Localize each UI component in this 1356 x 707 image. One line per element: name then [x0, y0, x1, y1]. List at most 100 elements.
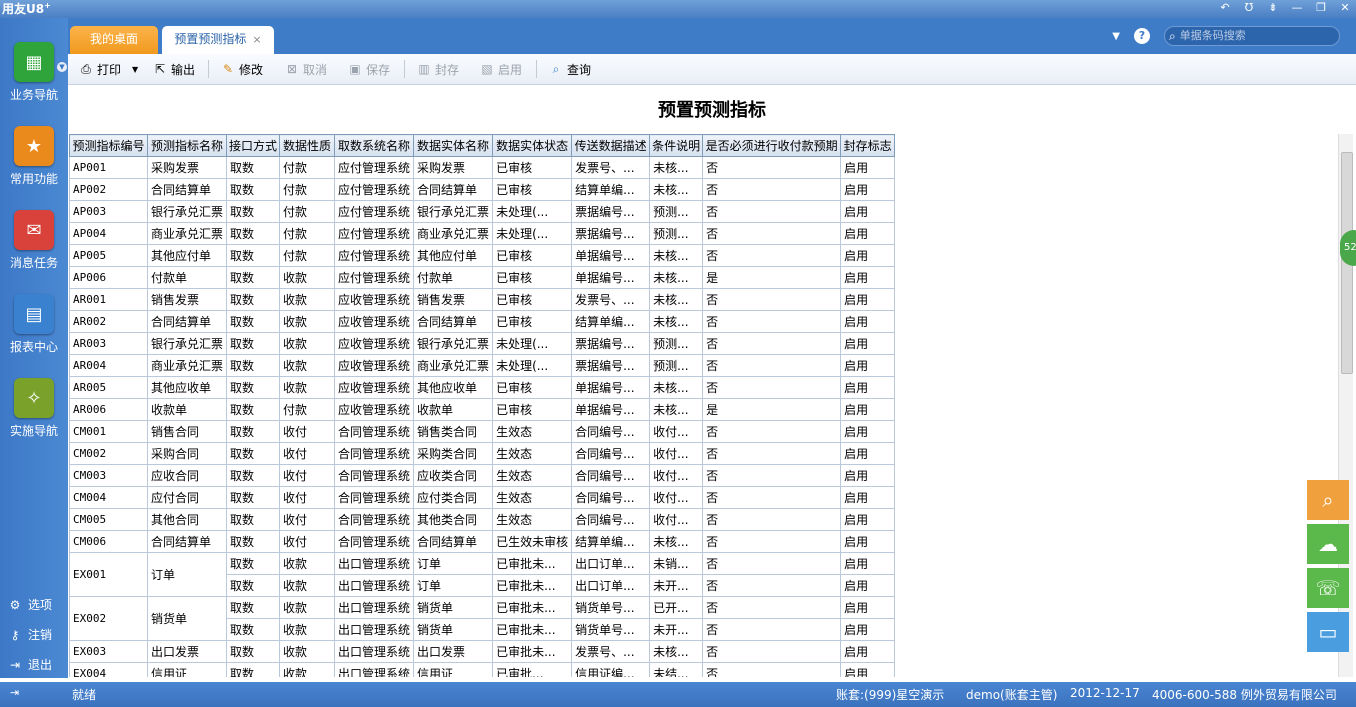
table-row[interactable]: CM002 采购合同 取数 收付 合同管理系统 采购类合同 生效态 合同编号... 收付... 否… — [69, 442, 896, 465]
table-row[interactable]: CM006 合同结算单 取数 收付 合同管理系统 合同结算单 已生效未审核 结算单编... 未核… — [69, 530, 896, 553]
tab-forecast-indicators[interactable]: 预置预测指标 × — [162, 26, 274, 54]
cell-system: 应付管理系统 — [334, 266, 415, 289]
column-header[interactable]: 封存标志 — [840, 134, 896, 157]
menu-icon[interactable]: ⇟ — [1266, 0, 1280, 16]
column-header[interactable]: 取数系统名称 — [334, 134, 415, 157]
nav-item-messages[interactable]: ✉ 消息任务 — [0, 210, 68, 271]
cell-entity: 应付类合同 — [413, 486, 494, 509]
cell-nature: 付款 — [279, 178, 336, 201]
cell-state: 已审核 — [492, 156, 573, 179]
seal-button[interactable]: ▥ 封存 — [416, 61, 459, 77]
exit-button[interactable]: ⇥ 退出 — [8, 656, 52, 673]
nav-item-reports[interactable]: ▤ 报表中心 — [0, 294, 68, 355]
cell-entity: 合同结算单 — [413, 530, 494, 553]
edit-button[interactable]: ✎ 修改 — [220, 61, 263, 77]
dropdown-arrow-icon[interactable]: ▼ — [1112, 31, 1120, 42]
column-header[interactable]: 传送数据描述 — [571, 134, 651, 157]
cell-state: 已审批未... — [492, 618, 573, 641]
table-row[interactable]: AP004 商业承兑汇票 取数 付款 应付管理系统 商业承兑汇票 未处理(... 票据编号..… — [69, 222, 896, 245]
query-button[interactable]: ⌕ 查询 — [548, 61, 591, 77]
column-header[interactable]: 数据实体状态 — [492, 134, 573, 157]
column-header[interactable]: 条件说明 — [649, 134, 704, 157]
cell-iface: 取数 — [226, 200, 281, 223]
sidebar-toggle-icon[interactable]: ⇥ — [10, 686, 19, 699]
table-row[interactable]: EX001 订单 取数 收款 出口管理系统 订单 已审批未... 出口订单... 未销... 否启… — [69, 552, 896, 597]
cell-code: AP005 — [69, 244, 148, 267]
status-phone: 4006-600-588 例外贸易有限公司 — [1152, 688, 1337, 702]
column-header[interactable]: 预测指标名称 — [146, 134, 228, 157]
cell-iface: 取数 — [226, 530, 281, 553]
cell-code: AP004 — [69, 222, 148, 245]
nav-item-business[interactable]: ▦ 业务导航 — [0, 42, 68, 103]
cell-state: 未处理(... — [492, 222, 573, 245]
toolbar: ⎙ 打印 ▼ ⇱ 输出 ✎ 修改 ⊠ 取消 ▣ 保存 ▥ 封存 ▧ 启用 ⌕ 查询 — [68, 54, 1356, 85]
nav-item-implementation[interactable]: ✧ 实施导航 — [0, 378, 68, 439]
column-header[interactable]: 接口方式 — [226, 134, 281, 157]
column-header[interactable]: 数据实体名称 — [413, 134, 494, 157]
table-row[interactable]: AR003 银行承兑汇票 取数 收款 应收管理系统 银行承兑汇票 未处理(... 票据编号..… — [69, 332, 896, 355]
column-header[interactable]: 预测指标编号 — [69, 134, 148, 157]
floating-badge[interactable]: 52 — [1340, 230, 1356, 266]
table-row[interactable]: AR001 销售发票 取数 收款 应收管理系统 销售发票 已审核 发票号、... 未核... 否启… — [69, 288, 896, 311]
cell-desc: 发票号、... — [571, 288, 651, 311]
close-icon[interactable]: ✕ — [1338, 0, 1352, 16]
tab-my-desktop[interactable]: 我的桌面 — [70, 26, 158, 54]
cell-name: 采购发票 — [146, 156, 228, 179]
cell-system: 出口管理系统 — [334, 596, 415, 619]
logout-button[interactable]: ⚷ 注销 — [8, 626, 52, 643]
status-ready: 就绪 — [72, 688, 97, 702]
table-row[interactable]: AP006 付款单 取数 收款 应付管理系统 付款单 已审核 单据编号... 未核... 是启用 — [69, 266, 896, 289]
cell-desc: 票据编号... — [571, 222, 651, 245]
enable-button[interactable]: ▧ 启用 — [479, 61, 522, 77]
cell-nature: 收款 — [279, 332, 336, 355]
help-icon[interactable]: ? — [1134, 28, 1150, 44]
print-button[interactable]: ⎙ 打印 ▼ — [78, 61, 138, 77]
table-row[interactable]: AR006 收款单 取数 付款 应收管理系统 收款单 已审核 单据编号... 未核... 是启用 — [69, 398, 896, 421]
column-header[interactable]: 是否必须进行收付款预期 — [702, 134, 842, 157]
table-row[interactable]: CM005 其他合同 取数 收付 合同管理系统 其他类合同 生效态 合同编号... 收付... 否… — [69, 508, 896, 531]
float-chat-button[interactable]: ☏ — [1307, 568, 1349, 608]
cell-must: 否 — [702, 288, 842, 311]
cell-desc: 合同编号... — [571, 442, 651, 465]
table-row[interactable]: CM001 销售合同 取数 收付 合同管理系统 销售类合同 生效态 合同编号... 收付... 否… — [69, 420, 896, 443]
nav-item-common[interactable]: ★ 常用功能 — [0, 126, 68, 187]
tab-close-icon[interactable]: × — [252, 33, 261, 46]
refresh-icon[interactable]: ↶ — [1218, 0, 1232, 16]
table-row[interactable]: AR004 商业承兑汇票 取数 收款 应收管理系统 商业承兑汇票 未处理(... 票据编号..… — [69, 354, 896, 377]
cell-flag: 启用 — [840, 420, 896, 443]
minimize-icon[interactable]: — — [1290, 0, 1304, 16]
save-button[interactable]: ▣ 保存 — [347, 61, 390, 77]
table-row[interactable]: EX004 信用证 取数 收款 出口管理系统 信用证 已审批... 信用证编... 未结... 否… — [69, 662, 896, 677]
cell-must: 否 — [702, 486, 842, 509]
float-search-button[interactable]: ⌕ — [1307, 480, 1349, 520]
table-row[interactable]: CM004 应付合同 取数 收付 合同管理系统 应付类合同 生效态 合同编号... 收付... 否… — [69, 486, 896, 509]
table-row[interactable]: AR002 合同结算单 取数 收款 应收管理系统 合同结算单 已审核 结算单编... 未核...… — [69, 310, 896, 333]
table-row[interactable]: AP005 其他应付单 取数 付款 应付管理系统 其他应付单 已审核 单据编号... 未核...… — [69, 244, 896, 267]
export-button[interactable]: ⇱ 输出 — [152, 61, 195, 77]
cell-flag: 启用 — [840, 530, 896, 553]
cell-cond: 预测... — [649, 354, 704, 377]
message-bubble-icon: ▭ — [1318, 620, 1338, 644]
table-row[interactable]: CM003 应收合同 取数 收付 合同管理系统 应收类合同 生效态 合同编号... 收付... 否… — [69, 464, 896, 487]
table-row[interactable]: AR005 其他应收单 取数 收款 应收管理系统 其他应收单 已审核 单据编号... 未核...… — [69, 376, 896, 399]
table-row[interactable]: AP001 采购发票 取数 付款 应付管理系统 采购发票 已审核 发票号、... 未核... 否启… — [69, 156, 896, 179]
table-row[interactable]: AP002 合同结算单 取数 付款 应付管理系统 合同结算单 已审核 结算单编... 未核...… — [69, 178, 896, 201]
cell-name: 银行承兑汇票 — [146, 200, 228, 223]
column-header[interactable]: 数据性质 — [279, 134, 336, 157]
table-row[interactable]: AP003 银行承兑汇票 取数 付款 应付管理系统 银行承兑汇票 未处理(... 票据编号..… — [69, 200, 896, 223]
cell-entity: 付款单 — [413, 266, 494, 289]
u-icon[interactable]: Ʊ — [1242, 0, 1256, 16]
cancel-button[interactable]: ⊠ 取消 — [284, 61, 327, 77]
table-row[interactable]: EX003 出口发票 取数 收款 出口管理系统 出口发票 已审批未... 发票号、... 未核.… — [69, 640, 896, 663]
float-cloud-button[interactable]: ☁ — [1307, 524, 1349, 564]
cell-nature: 付款 — [279, 398, 336, 421]
float-message-button[interactable]: ▭ — [1307, 612, 1349, 652]
print-dropdown-icon[interactable]: ▼ — [132, 65, 138, 74]
cell-cond: 未核... — [649, 398, 704, 421]
options-button[interactable]: ⚙ 选项 — [8, 596, 52, 613]
cell-cond: 未核... — [649, 376, 704, 399]
cell-flag: 启用 — [840, 156, 896, 179]
restore-icon[interactable]: ❐ — [1314, 0, 1328, 16]
table-row[interactable]: EX002 销货单 取数 收款 出口管理系统 销货单 已审批未... 销货单号... 已开...… — [69, 596, 896, 641]
search-input[interactable]: ⌕ 单据条码搜索 — [1164, 26, 1340, 46]
